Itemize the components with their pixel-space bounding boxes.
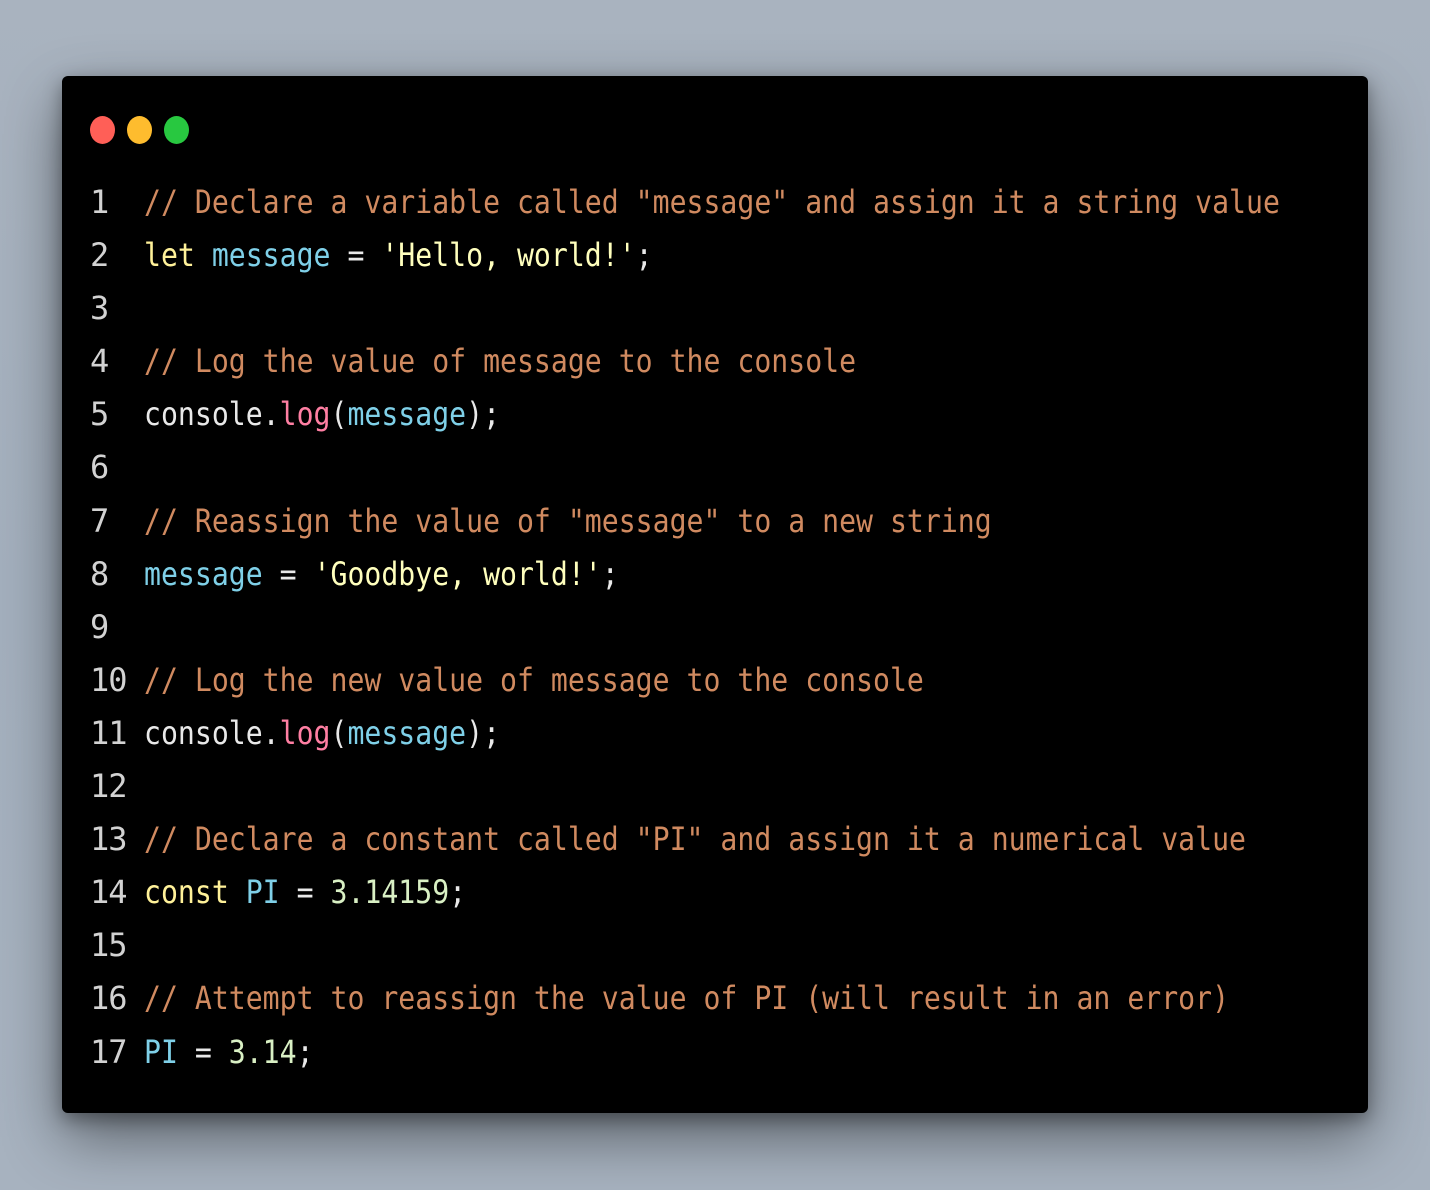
line-source: console.log(message); bbox=[144, 388, 500, 441]
code-variable: message bbox=[347, 395, 467, 434]
line-number: 5 bbox=[90, 395, 109, 434]
line-number: 3 bbox=[90, 289, 109, 328]
code-line[interactable]: 11 console.log(message); bbox=[62, 707, 1368, 760]
window-controls bbox=[90, 116, 189, 144]
code-text: console. bbox=[144, 395, 280, 434]
code-text: ); bbox=[466, 713, 501, 752]
code-line[interactable]: 17 PI = 3.14; bbox=[62, 1026, 1368, 1079]
code-text: console. bbox=[144, 713, 280, 752]
line-number: 15 bbox=[90, 926, 128, 965]
maximize-icon[interactable] bbox=[164, 116, 189, 144]
line-source: console.log(message); bbox=[144, 707, 500, 760]
line-number: 16 bbox=[90, 979, 128, 1018]
code-text: ; bbox=[601, 554, 619, 593]
code-line[interactable]: 13 // Declare a constant called "PI" and … bbox=[62, 813, 1368, 866]
minimize-icon[interactable] bbox=[127, 116, 152, 144]
code-line[interactable]: 8 message = 'Goodbye, world!'; bbox=[62, 548, 1368, 601]
line-source: // Log the value of message to the conso… bbox=[144, 335, 856, 388]
line-number: 1 bbox=[90, 183, 109, 221]
code-line[interactable]: 7 // Reassign the value of "message" to a… bbox=[62, 495, 1368, 548]
code-line[interactable]: 6 bbox=[62, 441, 1368, 494]
code-text: = bbox=[177, 1032, 229, 1071]
code-text: = bbox=[262, 554, 314, 593]
code-line[interactable]: 2 let message = 'Hello, world!'; bbox=[62, 229, 1368, 282]
code-variable: PI bbox=[144, 1032, 178, 1071]
line-number: 9 bbox=[90, 607, 109, 646]
code-text: = bbox=[330, 236, 382, 275]
code-number: 3.14 bbox=[228, 1032, 297, 1071]
code-line[interactable]: 5 console.log(message); bbox=[62, 388, 1368, 441]
code-text: ; bbox=[635, 236, 653, 275]
code-comment: // Declare a constant called "PI" and as… bbox=[144, 820, 1246, 859]
line-number: 10 bbox=[90, 660, 128, 699]
code-line[interactable]: 15 bbox=[62, 919, 1368, 972]
line-source: // Reassign the value of "message" to a … bbox=[144, 495, 992, 548]
line-source: // Attempt to reassign the value of PI (… bbox=[144, 972, 1229, 1025]
line-number: 12 bbox=[90, 767, 128, 806]
line-number: 8 bbox=[90, 554, 109, 593]
line-number: 11 bbox=[90, 713, 128, 752]
code-function: log bbox=[279, 395, 331, 434]
line-number: 7 bbox=[90, 501, 109, 540]
code-comment: // Log the value of message to the conso… bbox=[144, 342, 857, 381]
line-number: 4 bbox=[90, 342, 109, 381]
code-number: 3.14159 bbox=[330, 873, 450, 912]
code-window: 1 // Declare a variable called "message" … bbox=[62, 76, 1368, 1113]
line-source: // Declare a constant called "PI" and as… bbox=[144, 813, 1246, 866]
close-icon[interactable] bbox=[90, 116, 115, 144]
code-line[interactable]: 1 // Declare a variable called "message" … bbox=[62, 176, 1368, 229]
line-number: 6 bbox=[90, 448, 109, 487]
line-number: 14 bbox=[90, 873, 128, 912]
line-source: // Log the new value of message to the c… bbox=[144, 654, 924, 707]
code-variable: message bbox=[347, 713, 467, 752]
line-source: // Declare a variable called "message" a… bbox=[144, 176, 1280, 229]
line-source: let message = 'Hello, world!'; bbox=[144, 229, 653, 282]
code-string: 'Hello, world!' bbox=[381, 236, 636, 275]
line-source: PI = 3.14; bbox=[144, 1026, 314, 1079]
code-text: ; bbox=[449, 873, 467, 912]
code-variable: message bbox=[144, 554, 263, 593]
code-text: ; bbox=[296, 1032, 314, 1071]
code-line[interactable]: 14 const PI = 3.14159; bbox=[62, 866, 1368, 919]
line-source: message = 'Goodbye, world!'; bbox=[144, 548, 619, 601]
code-function: log bbox=[279, 713, 331, 752]
line-number: 17 bbox=[90, 1032, 128, 1071]
code-line[interactable]: 9 bbox=[62, 601, 1368, 654]
code-keyword: const bbox=[144, 873, 229, 912]
code-text: ( bbox=[330, 395, 348, 434]
code-line[interactable]: 4 // Log the value of message to the cons… bbox=[62, 335, 1368, 388]
code-text: ( bbox=[330, 713, 348, 752]
code-variable: message bbox=[211, 236, 331, 275]
line-number: 2 bbox=[90, 236, 109, 275]
code-comment: // Attempt to reassign the value of PI (… bbox=[144, 979, 1230, 1018]
code-editor[interactable]: 1 // Declare a variable called "message" … bbox=[62, 176, 1368, 1079]
code-comment: // Log the new value of message to the c… bbox=[144, 660, 924, 699]
code-line[interactable]: 12 bbox=[62, 760, 1368, 813]
code-line[interactable]: 16 // Attempt to reassign the value of PI… bbox=[62, 972, 1368, 1025]
code-variable: PI bbox=[245, 873, 280, 912]
line-number: 13 bbox=[90, 820, 128, 859]
code-comment: // Reassign the value of "message" to a … bbox=[144, 501, 992, 540]
code-text: = bbox=[279, 873, 331, 912]
code-comment: // Declare a variable called "message" a… bbox=[144, 183, 1280, 221]
code-line[interactable]: 10 // Log the new value of message to the… bbox=[62, 654, 1368, 707]
code-line[interactable]: 3 bbox=[62, 282, 1368, 335]
line-source: const PI = 3.14159; bbox=[144, 866, 466, 919]
code-keyword: let bbox=[144, 236, 195, 275]
code-string: 'Goodbye, world!' bbox=[313, 554, 602, 593]
code-text: ); bbox=[466, 395, 501, 434]
